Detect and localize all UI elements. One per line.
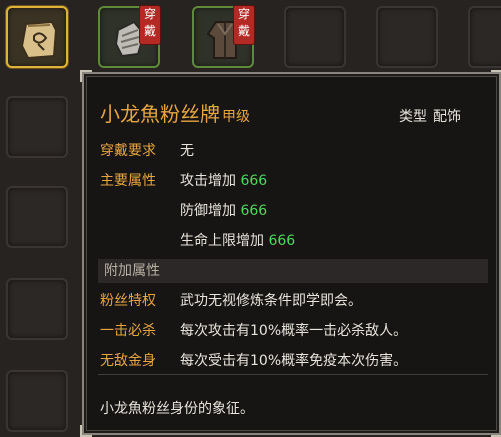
inventory-slot-empty[interactable] [6,96,68,158]
attr-label: 攻击增加 [180,173,236,189]
inventory-slot-robe[interactable]: 穿戴 [192,6,254,68]
attr-label: 生命上限增加 [180,233,264,249]
equipped-badge: 穿戴 [140,6,160,44]
inventory-slot-empty[interactable] [284,6,346,68]
item-tooltip: 小龙魚粉丝牌 甲级 类型 配饰 穿戴要求 无 主要属性 攻击增加 666 防御增加… [80,70,501,437]
main-attr-label: 主要属性 [100,173,156,189]
attr-label: 防御增加 [180,203,236,219]
main-attr-row: 防御增加 666 [180,200,267,220]
extra-attr-label: 一击必杀 [100,323,156,339]
extra-attr-desc: 每次攻击有10%概率一击必杀敌人。 [180,323,408,339]
item-grade: 甲级 [222,109,250,125]
frame-corner [491,425,501,437]
frame-corner [80,70,92,82]
extra-attr-label: 无敌金身 [100,353,156,369]
requirement-label: 穿戴要求 [100,143,156,159]
inventory-slot-empty[interactable] [468,6,501,68]
item-name: 小龙魚粉丝牌 甲级 [100,98,250,127]
attr-value: 666 [240,173,268,189]
frame-corner [80,425,92,437]
inventory-slot-gauntlet[interactable]: 穿戴 [98,6,160,68]
extra-attr-desc: 每次受击有10%概率免疫本次伤害。 [180,353,408,369]
extra-attr-label: 粉丝特权 [100,293,156,309]
requirement-value: 无 [180,143,194,159]
frame-corner [491,70,501,82]
equipped-badge: 穿戴 [234,6,254,44]
inventory-slot-empty[interactable] [6,370,68,432]
type-value: 配饰 [433,109,461,125]
main-attr-row: 生命上限增加 666 [180,230,295,250]
item-name-text: 小龙魚粉丝牌 [100,102,220,126]
inventory-slot-empty[interactable] [6,278,68,340]
inventory-slot-empty[interactable] [6,186,68,248]
extra-attr-section-header: 附加属性 [98,259,488,283]
inventory-slot-empty[interactable] [376,6,438,68]
attr-value: 666 [268,233,296,249]
divider [98,374,488,375]
inventory-slot-pouch[interactable] [6,6,68,68]
attr-value: 666 [240,203,268,219]
extra-attr-desc: 武功无视修炼条件即学即会。 [180,293,362,309]
main-attr-row: 攻击增加 666 [180,170,267,190]
item-description: 小龙魚粉丝身份的象征。 [100,401,254,417]
type-label: 类型 [399,109,427,125]
pouch-icon [20,20,58,60]
